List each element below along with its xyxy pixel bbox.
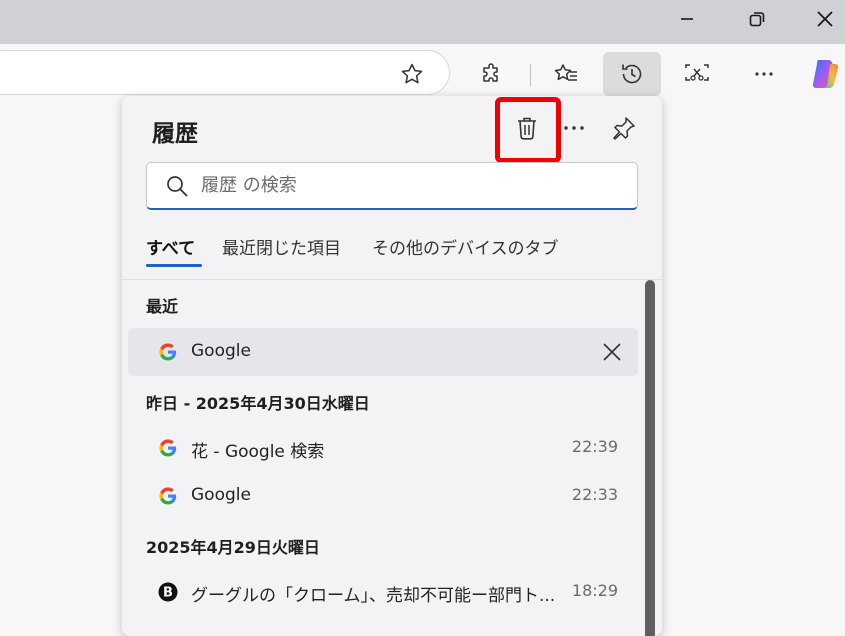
history-item-time: 22:39: [571, 437, 618, 456]
svg-text:B: B: [163, 586, 173, 601]
section-heading-yesterday: 昨日 - 2025年4月30日水曜日: [146, 394, 370, 413]
close-icon: [817, 11, 833, 27]
restore-icon: [749, 12, 765, 27]
history-search-input[interactable]: [201, 163, 621, 207]
browser-toolbar: [0, 44, 845, 103]
minimize-button[interactable]: [664, 0, 710, 38]
tab-other-devices[interactable]: その他のデバイスのタブ: [372, 234, 559, 259]
puzzle-icon: [483, 63, 498, 82]
history-item-title: 花 - Google 検索: [191, 442, 325, 462]
more-icon: [755, 72, 773, 76]
minimize-icon: [681, 18, 693, 20]
business-site-favicon-icon: B: [158, 582, 178, 602]
tab-recently-closed[interactable]: 最近閉じた項目: [222, 234, 341, 259]
history-item[interactable]: Google 22:33: [128, 472, 638, 520]
search-icon: [167, 176, 188, 197]
history-item-title: Google: [191, 341, 251, 361]
history-search-box[interactable]: [146, 162, 638, 210]
history-panel: 履歴 すべて 最近閉じた項目 その他のデバイスのタブ 最近: [122, 96, 662, 636]
section-heading-date: 2025年4月29日火曜日: [146, 538, 320, 557]
more-icon: [564, 126, 584, 130]
history-icon: [622, 64, 642, 84]
history-item-title: グーグルの「クローム」、売却不可能ー部門ト...: [191, 586, 556, 606]
more-options-button[interactable]: [744, 53, 784, 95]
window-titlebar: [0, 0, 845, 44]
section-heading-recent: 最近: [146, 297, 179, 316]
copilot-icon: [812, 60, 839, 88]
history-item-time: 22:33: [571, 485, 618, 504]
star-icon[interactable]: [400, 62, 424, 86]
screenshot-button[interactable]: [677, 53, 717, 95]
favorites-button[interactable]: [546, 53, 586, 95]
google-favicon-icon: [159, 487, 177, 505]
panel-scrollbar[interactable]: [645, 280, 655, 636]
extensions-button[interactable]: [472, 53, 512, 95]
restore-button[interactable]: [734, 0, 780, 38]
address-bar[interactable]: [0, 50, 450, 95]
close-window-button[interactable]: [802, 0, 845, 38]
remove-item-icon[interactable]: [600, 340, 624, 364]
divider: [122, 279, 662, 280]
favorites-list-icon: [554, 64, 577, 81]
copilot-button[interactable]: [808, 56, 844, 92]
active-tab-indicator: [146, 264, 202, 267]
history-button[interactable]: [603, 52, 661, 96]
panel-title: 履歴: [152, 121, 198, 147]
google-favicon-icon: [159, 343, 177, 361]
pin-panel-button[interactable]: [606, 110, 642, 146]
tab-all[interactable]: すべて: [146, 234, 195, 259]
history-item-time: 18:29: [571, 581, 618, 600]
pin-icon: [613, 117, 635, 140]
history-item[interactable]: Google: [128, 328, 638, 376]
toolbar-separator: [530, 64, 531, 86]
history-item[interactable]: 花 - Google 検索 22:39: [128, 424, 638, 472]
screenshot-icon: [685, 64, 709, 81]
history-item[interactable]: B グーグルの「クローム」、売却不可能ー部門ト... 18:29: [128, 568, 638, 616]
highlight-annotation: [495, 97, 561, 163]
history-more-button[interactable]: [556, 110, 592, 146]
google-favicon-icon: [159, 439, 177, 457]
history-item-title: Google: [191, 485, 251, 505]
